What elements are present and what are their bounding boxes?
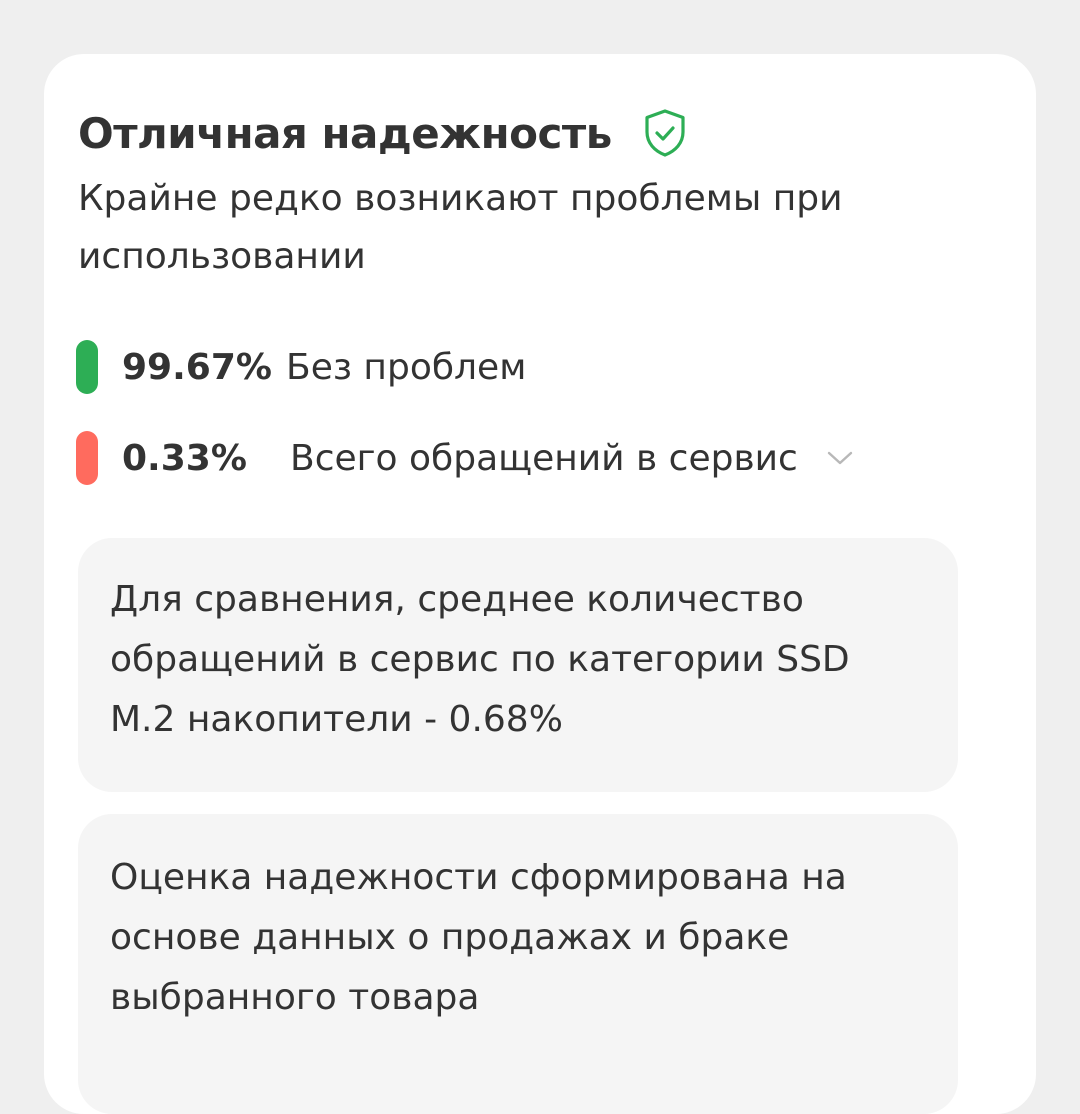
comparison-note-box: Для сравнения, среднее количество обраще… <box>78 538 958 792</box>
comparison-note-text: Для сравнения, среднее количество обраще… <box>110 579 850 740</box>
status-bar-green <box>76 340 98 394</box>
stat-label[interactable]: Всего обращений в сервис <box>290 438 798 479</box>
stat-row-service-requests[interactable]: 0.33% Всего обращений в сервис <box>76 429 854 487</box>
title-row: Отличная надежность <box>78 108 688 158</box>
stat-label: Без проблем <box>286 346 527 388</box>
status-bar-red <box>76 431 98 485</box>
reliability-card: Отличная надежность Крайне редко возника… <box>44 54 1036 1114</box>
stat-row-no-problems: 99.67% Без проблем <box>76 338 526 396</box>
reliability-title: Отличная надежность <box>78 108 612 158</box>
method-note-box: Оценка надежности сформирована на основе… <box>78 814 958 1114</box>
stat-percent: 0.33% <box>122 437 247 479</box>
method-note-text: Оценка надежности сформирована на основе… <box>110 857 847 1018</box>
reliability-subtitle: Крайне редко возникают проблемы при испо… <box>78 178 843 277</box>
stat-percent: 99.67% <box>122 346 272 388</box>
shield-check-icon <box>642 108 688 158</box>
chevron-down-icon[interactable] <box>826 448 854 468</box>
